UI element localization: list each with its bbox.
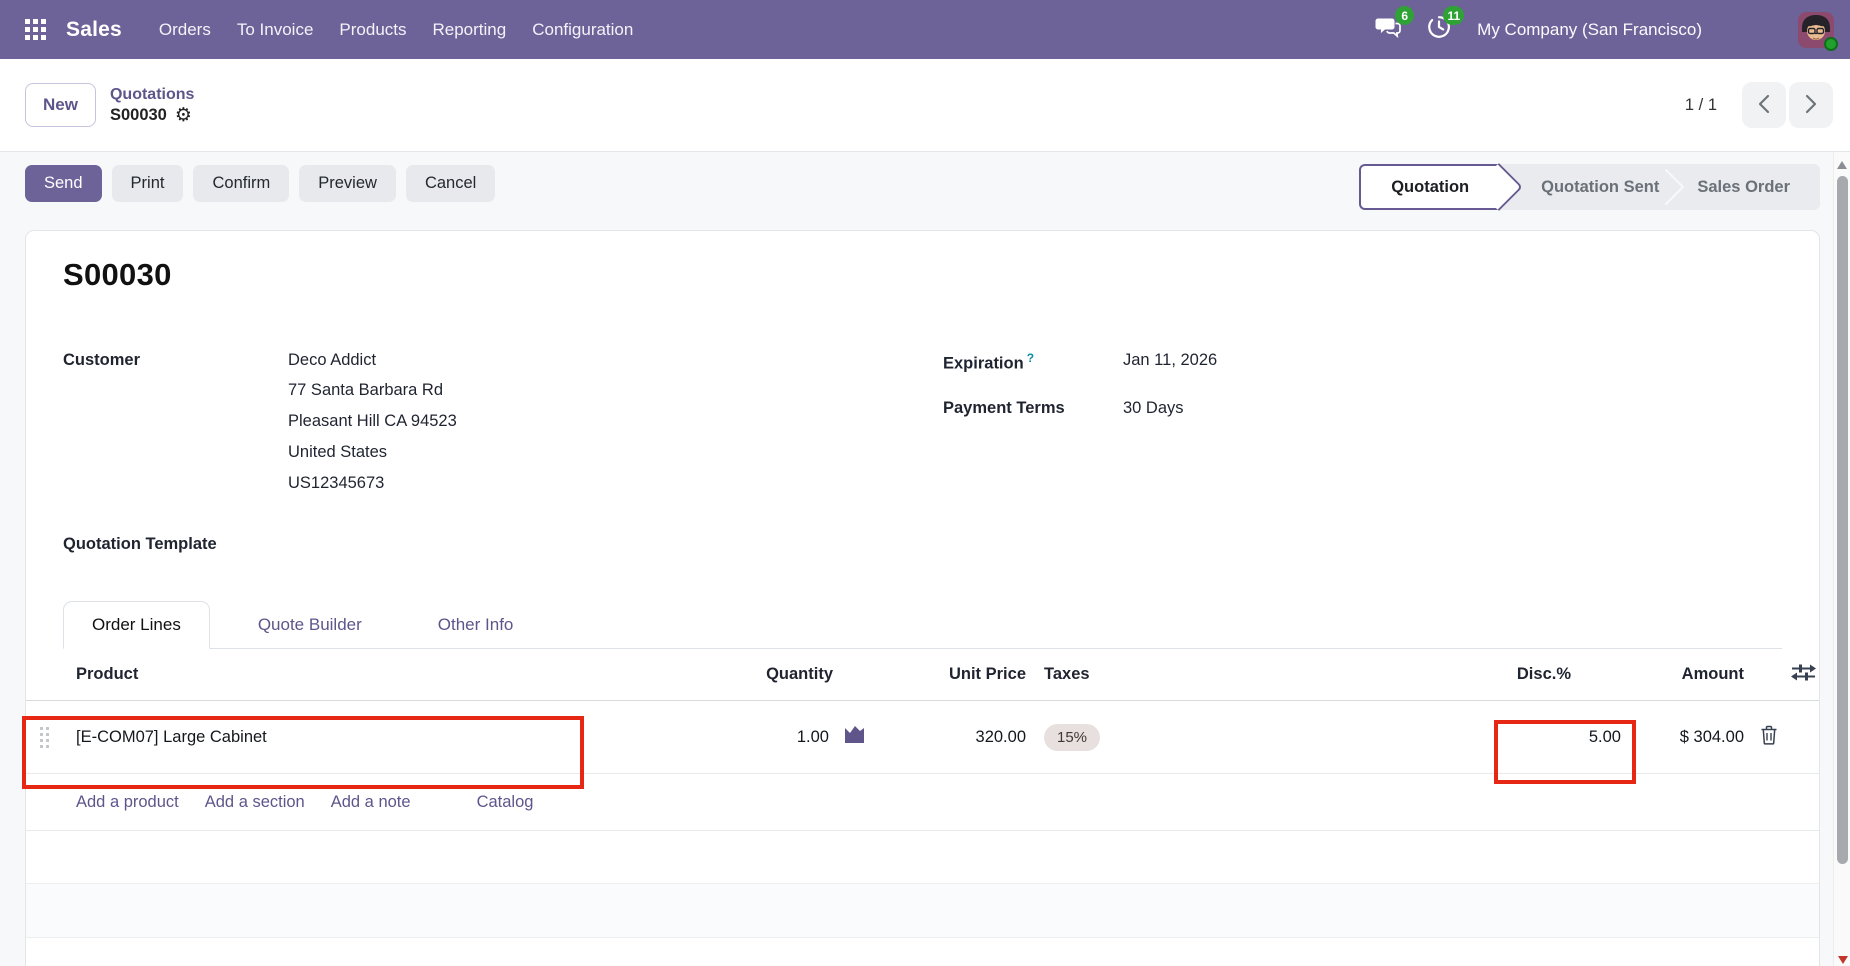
cell-amount: $ 304.00 bbox=[1623, 728, 1751, 747]
messages-button[interactable]: 6 bbox=[1375, 15, 1401, 44]
pager-counter: 1 / 1 bbox=[1685, 96, 1717, 115]
notebook-tabs: Order Lines Quote Builder Other Info bbox=[63, 598, 1782, 649]
chevron-right-icon bbox=[1804, 94, 1818, 117]
scroll-up-icon[interactable] bbox=[1837, 161, 1847, 169]
empty-row bbox=[26, 831, 1819, 884]
messages-count-badge: 6 bbox=[1395, 6, 1414, 25]
print-button[interactable]: Print bbox=[112, 165, 184, 202]
online-status-dot bbox=[1824, 37, 1838, 51]
column-header-unit-price[interactable]: Unit Price bbox=[871, 665, 1028, 684]
cell-discount[interactable]: 5.00 bbox=[1181, 728, 1623, 747]
cell-quantity[interactable]: 1.00 bbox=[797, 728, 829, 747]
stage-quotation[interactable]: Quotation bbox=[1359, 164, 1499, 210]
column-header-discount[interactable]: Disc.% bbox=[1181, 665, 1623, 684]
add-section-link[interactable]: Add a section bbox=[205, 793, 305, 812]
breadcrumb-quotations-link[interactable]: Quotations bbox=[110, 85, 194, 105]
gear-icon[interactable]: ⚙ bbox=[175, 106, 192, 125]
add-note-link[interactable]: Add a note bbox=[331, 793, 411, 812]
menu-orders[interactable]: Orders bbox=[146, 10, 224, 50]
forecast-chart-icon[interactable] bbox=[842, 724, 867, 750]
expiration-date-field[interactable]: Jan 11, 2026 bbox=[1123, 351, 1217, 374]
customer-address-line: US12345673 bbox=[288, 468, 457, 499]
company-switcher[interactable]: My Company (San Francisco) bbox=[1477, 20, 1702, 40]
menu-to-invoice[interactable]: To Invoice bbox=[224, 10, 327, 50]
send-button[interactable]: Send bbox=[25, 165, 102, 202]
catalog-link[interactable]: Catalog bbox=[477, 793, 534, 812]
expiration-label: Expiration? bbox=[943, 351, 1123, 374]
order-lines-header: Product Quantity Unit Price Taxes Disc.%… bbox=[26, 649, 1819, 701]
breadcrumb-current: S00030 bbox=[110, 105, 167, 126]
empty-row bbox=[26, 884, 1819, 938]
top-navbar: Sales Orders To Invoice Products Reporti… bbox=[0, 0, 1850, 59]
order-lines-footer: Add a product Add a section Add a note C… bbox=[26, 774, 1819, 831]
control-panel: New Quotations S00030 ⚙ 1 / 1 bbox=[0, 59, 1850, 152]
new-button[interactable]: New bbox=[25, 83, 96, 127]
customer-address-line: Pleasant Hill CA 94523 bbox=[288, 406, 457, 437]
form-sheet: S00030 Customer Deco Addict 77 Santa Bar… bbox=[25, 230, 1820, 966]
add-product-link[interactable]: Add a product bbox=[76, 793, 179, 812]
customer-address-line: 77 Santa Barbara Rd bbox=[288, 375, 457, 406]
column-header-amount[interactable]: Amount bbox=[1623, 665, 1751, 684]
quotation-title: S00030 bbox=[63, 257, 1782, 293]
menu-products[interactable]: Products bbox=[326, 10, 419, 50]
quotation-template-label: Quotation Template bbox=[63, 535, 1782, 554]
menu-configuration[interactable]: Configuration bbox=[519, 10, 646, 50]
apps-grid-icon[interactable] bbox=[25, 19, 46, 40]
vertical-scrollbar[interactable] bbox=[1833, 152, 1850, 966]
pager-previous-button[interactable] bbox=[1742, 82, 1786, 128]
menu-reporting[interactable]: Reporting bbox=[420, 10, 520, 50]
customer-address-line: United States bbox=[288, 437, 457, 468]
activities-button[interactable]: 11 bbox=[1427, 15, 1451, 44]
column-header-taxes[interactable]: Taxes bbox=[1028, 665, 1181, 684]
status-bar: Quotation Quotation Sent Sales Order bbox=[1359, 164, 1820, 210]
app-name: Sales bbox=[66, 18, 122, 42]
chevron-left-icon bbox=[1757, 94, 1771, 117]
preview-button[interactable]: Preview bbox=[299, 165, 396, 202]
breadcrumb: Quotations S00030 ⚙ bbox=[110, 85, 194, 126]
activity-clock-icon bbox=[1427, 26, 1451, 43]
cell-unit-price[interactable]: 320.00 bbox=[871, 728, 1028, 747]
main-menu: Orders To Invoice Products Reporting Con… bbox=[146, 10, 646, 50]
scroll-down-icon[interactable] bbox=[1838, 956, 1848, 964]
messages-icon bbox=[1375, 26, 1401, 43]
cell-taxes-badge[interactable]: 15% bbox=[1044, 724, 1100, 751]
confirm-button[interactable]: Confirm bbox=[193, 165, 289, 202]
order-line-row: [E-COM07] Large Cabinet 1.00 320.00 15% … bbox=[26, 701, 1819, 774]
payment-terms-label: Payment Terms bbox=[943, 399, 1123, 418]
delete-row-icon[interactable] bbox=[1760, 725, 1778, 750]
activities-count-badge: 11 bbox=[1443, 6, 1464, 25]
cancel-button[interactable]: Cancel bbox=[406, 165, 495, 202]
scrollbar-thumb[interactable] bbox=[1837, 176, 1848, 864]
cell-product[interactable]: [E-COM07] Large Cabinet bbox=[62, 728, 601, 747]
column-header-product[interactable]: Product bbox=[62, 665, 601, 684]
customer-name-field[interactable]: Deco Addict bbox=[288, 351, 457, 370]
stage-sales-order[interactable]: Sales Order bbox=[1671, 164, 1820, 210]
column-header-quantity[interactable]: Quantity bbox=[601, 665, 871, 684]
tab-other-info[interactable]: Other Info bbox=[410, 602, 542, 648]
user-avatar[interactable] bbox=[1798, 12, 1834, 48]
payment-terms-field[interactable]: 30 Days bbox=[1123, 399, 1184, 418]
pager-next-button[interactable] bbox=[1789, 82, 1833, 128]
drag-handle[interactable] bbox=[26, 727, 62, 748]
customer-label: Customer bbox=[63, 351, 288, 499]
workspace: Send Print Confirm Preview Cancel Quotat… bbox=[0, 152, 1850, 966]
optional-columns-icon[interactable] bbox=[1790, 663, 1817, 687]
help-question-icon: ? bbox=[1027, 351, 1034, 365]
tab-order-lines[interactable]: Order Lines bbox=[63, 601, 210, 649]
action-buttons: Send Print Confirm Preview Cancel bbox=[25, 165, 495, 202]
tab-quote-builder[interactable]: Quote Builder bbox=[230, 602, 390, 648]
